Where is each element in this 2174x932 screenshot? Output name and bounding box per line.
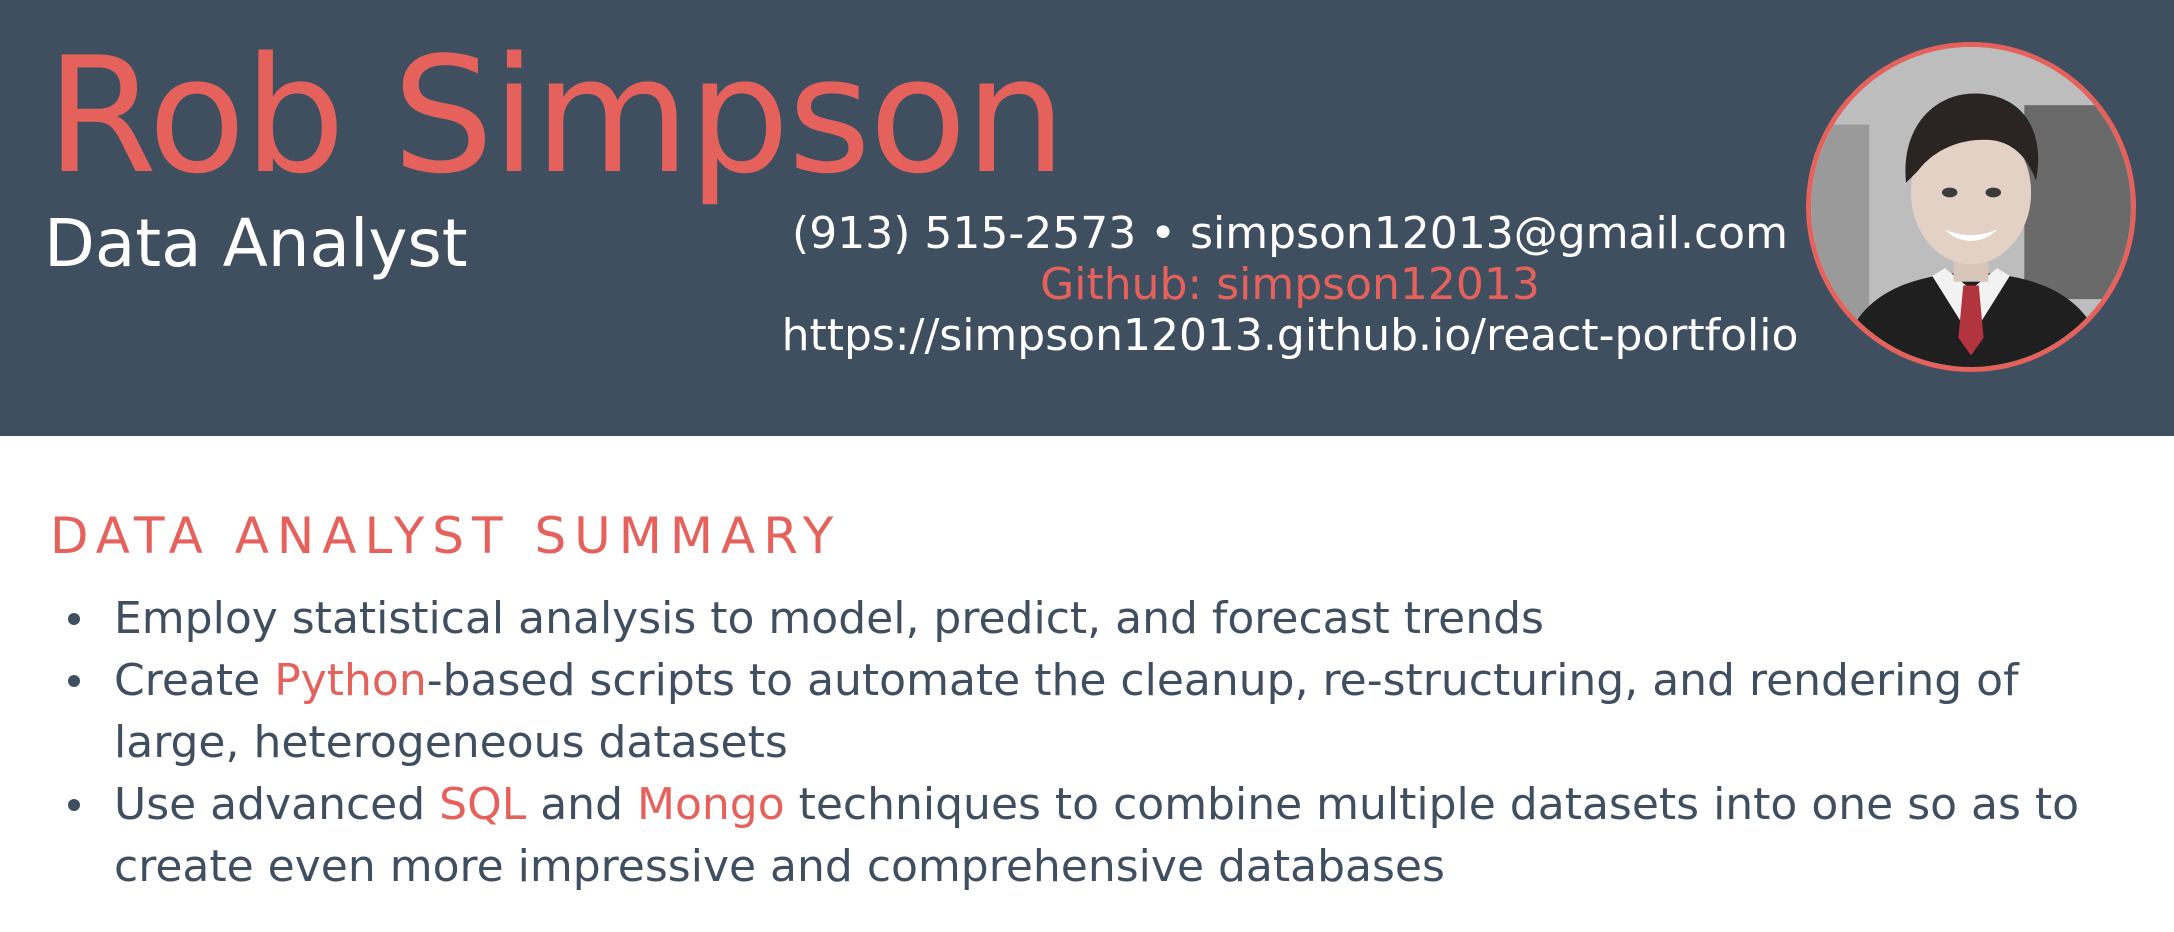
summary-list: Employ statistical analysis to model, pr… [48,588,2148,898]
bullet-icon [68,675,80,687]
contact-separator: • [1136,208,1191,259]
contact-info: (913) 515-2573 • simpson12013@gmail.com … [700,208,1880,361]
github-link[interactable]: Github: simpson12013 [700,259,1880,310]
portfolio-link[interactable]: https://simpson12013.github.io/react-por… [700,310,1880,361]
email-link[interactable]: simpson12013@gmail.com [1190,208,1788,259]
summary-item-text-before: Create [114,655,275,706]
summary-item-text: Employ statistical analysis to model, pr… [114,593,1544,644]
contact-line-phone-email: (913) 515-2573 • simpson12013@gmail.com [700,208,1880,259]
bullet-icon [68,613,80,625]
phone-number: (913) 515-2573 [792,208,1137,259]
candidate-name: Rob Simpson [46,22,1066,209]
summary-item: Use advanced SQL and Mongo techniques to… [48,774,2148,898]
summary-item: Employ statistical analysis to model, pr… [48,588,2148,650]
resume-page: Rob Simpson Data Analyst (913) 515-2573 … [0,0,2174,932]
profile-photo-icon [1811,47,2131,367]
bullet-icon [68,799,80,811]
job-title: Data Analyst [44,205,468,282]
summary-section-title: DATA ANALYST SUMMARY [50,507,842,565]
summary-item-text-middle: and [526,779,637,830]
summary-item: Create Python-based scripts to automate … [48,650,2148,774]
skill-highlight-mongo: Mongo [637,779,785,830]
skill-highlight-sql: SQL [439,779,527,830]
resume-header: Rob Simpson Data Analyst (913) 515-2573 … [0,0,2174,436]
profile-photo [1806,42,2136,372]
summary-item-text-before: Use advanced [114,779,440,830]
skill-highlight-python: Python [274,655,427,706]
